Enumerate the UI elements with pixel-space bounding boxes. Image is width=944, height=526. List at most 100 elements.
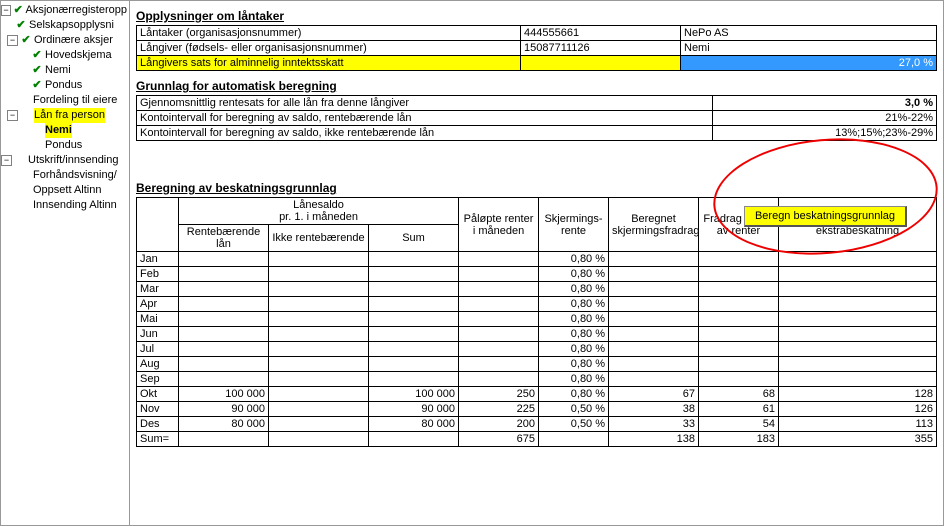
cell[interactable]	[779, 267, 937, 282]
cell[interactable]	[459, 342, 539, 357]
table-row[interactable]: Sep0,80 %	[137, 372, 937, 387]
cell[interactable]: 100 000	[369, 387, 459, 402]
cell[interactable]	[699, 327, 779, 342]
cell[interactable]	[459, 327, 539, 342]
cell[interactable]	[269, 252, 369, 267]
table-row[interactable]: Sum=675138183355	[137, 432, 937, 447]
cell[interactable]	[699, 342, 779, 357]
tree-node-laan[interactable]: − ✔ Lån fra person	[1, 108, 129, 123]
table-row[interactable]: Aug0,80 %	[137, 357, 937, 372]
cell[interactable]	[699, 252, 779, 267]
cell[interactable]	[609, 327, 699, 342]
cell[interactable]	[179, 357, 269, 372]
cell[interactable]	[179, 267, 269, 282]
cell[interactable]: 0,50 %	[539, 417, 609, 432]
collapse-icon[interactable]: −	[1, 5, 11, 16]
cell[interactable]: Jan	[137, 252, 179, 267]
cell[interactable]: 250	[459, 387, 539, 402]
cell[interactable]	[459, 357, 539, 372]
cell[interactable]	[779, 282, 937, 297]
cell[interactable]	[779, 252, 937, 267]
cell[interactable]: 0,80 %	[539, 252, 609, 267]
cell[interactable]	[269, 342, 369, 357]
table-row[interactable]: Mar 0,80 %	[137, 282, 937, 297]
table-row[interactable]: Nov90 00090 0002250,50 %3861126	[137, 402, 937, 417]
table-row[interactable]: Mai0,80 %	[137, 312, 937, 327]
cell[interactable]	[369, 282, 459, 297]
cell[interactable]	[369, 312, 459, 327]
cell[interactable]	[179, 327, 269, 342]
cell[interactable]	[609, 357, 699, 372]
cell[interactable]: 0,80 %	[539, 297, 609, 312]
cell[interactable]: 67	[609, 387, 699, 402]
cell[interactable]: 138	[609, 432, 699, 447]
cell[interactable]	[459, 282, 539, 297]
tree-node-hovedskjema[interactable]: ✔ Hovedskjema	[1, 48, 129, 63]
cell[interactable]	[459, 252, 539, 267]
cell[interactable]	[699, 267, 779, 282]
cell[interactable]: 675	[459, 432, 539, 447]
cell[interactable]	[779, 312, 937, 327]
cell[interactable]: 90 000	[369, 402, 459, 417]
cell[interactable]	[269, 357, 369, 372]
value-cell[interactable]: Nemi	[681, 41, 937, 56]
tree-node-pondus-laan[interactable]: ✔ Pondus	[1, 138, 129, 153]
cell[interactable]	[459, 312, 539, 327]
tree-node-fordeling[interactable]: ✔ Fordeling til eiere	[1, 93, 129, 108]
cell[interactable]	[369, 252, 459, 267]
tree-node-oppsett[interactable]: ✔ Oppsett Altinn	[1, 183, 129, 198]
cell[interactable]: 113	[779, 417, 937, 432]
table-row[interactable]: Apr0,80 %	[137, 297, 937, 312]
beregning-grid[interactable]: Lånesaldopr. 1. i måneden Påløpte renter…	[136, 197, 937, 447]
cell[interactable]	[269, 432, 369, 447]
cell[interactable]	[269, 297, 369, 312]
beregn-button[interactable]: Beregn beskatningsgrunnlag	[744, 206, 907, 227]
cell[interactable]	[369, 342, 459, 357]
tree-node-pondus-aksjer[interactable]: ✔ Pondus	[1, 78, 129, 93]
cell[interactable]: Feb	[137, 267, 179, 282]
value-cell[interactable]: 3,0 %	[713, 96, 937, 111]
cell[interactable]	[179, 312, 269, 327]
cell[interactable]	[269, 417, 369, 432]
cell[interactable]: 0,80 %	[539, 327, 609, 342]
cell[interactable]	[179, 252, 269, 267]
navigation-tree[interactable]: − ✔ Aksjonærregisteropp ✔ Selskapsopplys…	[0, 0, 130, 526]
table-row[interactable]: Jun 0,80 %	[137, 327, 937, 342]
cell[interactable]: 0,80 %	[539, 387, 609, 402]
cell[interactable]	[609, 312, 699, 327]
cell[interactable]	[269, 387, 369, 402]
tree-node-nemi-aksjer[interactable]: ✔ Nemi	[1, 63, 129, 78]
tree-node-innsending[interactable]: ✔ Innsending Altinn	[1, 198, 129, 213]
value-cell[interactable]: 21%-22%	[713, 111, 937, 126]
cell[interactable]: 0,80 %	[539, 372, 609, 387]
collapse-icon[interactable]: −	[7, 35, 18, 46]
cell[interactable]	[609, 342, 699, 357]
cell[interactable]	[369, 357, 459, 372]
cell[interactable]: 90 000	[179, 402, 269, 417]
tree-node-ordinaere[interactable]: − ✔ Ordinære aksjer	[1, 33, 129, 48]
cell[interactable]: Jun	[137, 327, 179, 342]
table-row[interactable]: Feb0,80 %	[137, 267, 937, 282]
cell[interactable]	[179, 342, 269, 357]
cell[interactable]	[269, 282, 369, 297]
tree-node-nemi-laan[interactable]: ✔ Nemi	[1, 123, 129, 138]
cell[interactable]: 200	[459, 417, 539, 432]
table-row[interactable]: Jul0,80 %	[137, 342, 937, 357]
cell[interactable]	[269, 402, 369, 417]
cell[interactable]: 68	[699, 387, 779, 402]
cell[interactable]: 38	[609, 402, 699, 417]
cell[interactable]	[699, 282, 779, 297]
cell[interactable]	[539, 432, 609, 447]
cell[interactable]: 0,80 %	[539, 282, 609, 297]
tree-node-utskrift[interactable]: − ✔ Utskrift/innsending	[1, 153, 129, 168]
cell[interactable]: 355	[779, 432, 937, 447]
cell[interactable]	[269, 312, 369, 327]
cell[interactable]: 0,80 %	[539, 312, 609, 327]
cell[interactable]: Mar	[137, 282, 179, 297]
cell[interactable]	[779, 327, 937, 342]
cell[interactable]	[269, 267, 369, 282]
cell[interactable]: Nov	[137, 402, 179, 417]
tree-node-selskap[interactable]: ✔ Selskapsopplysni	[1, 18, 129, 33]
cell[interactable]	[179, 282, 269, 297]
selected-value-cell[interactable]: 27,0 %	[681, 56, 937, 71]
